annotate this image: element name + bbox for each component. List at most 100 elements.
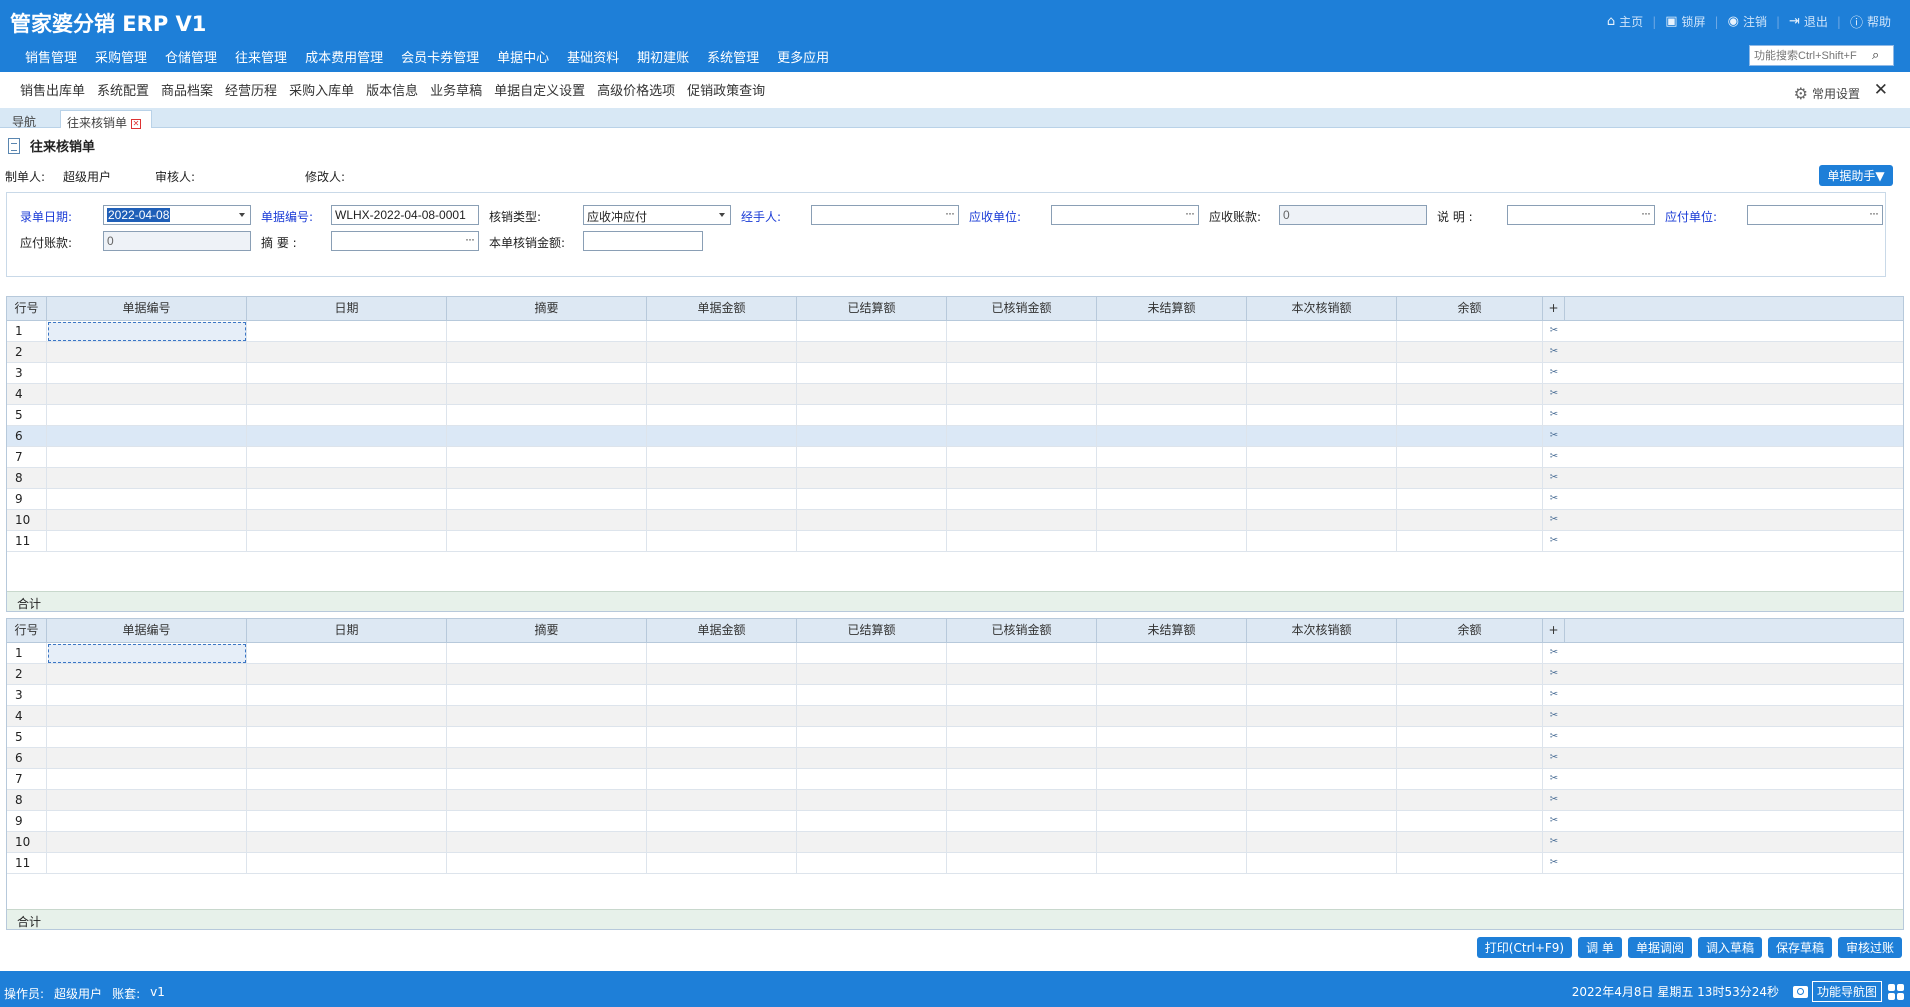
table-cell[interactable] bbox=[797, 769, 947, 789]
table-cell[interactable] bbox=[1097, 832, 1247, 852]
table-cell[interactable] bbox=[647, 342, 797, 362]
chevron-down-icon[interactable] bbox=[239, 213, 245, 217]
payable-amount-field[interactable]: 0 bbox=[103, 231, 251, 251]
table-cell[interactable] bbox=[647, 769, 797, 789]
table-cell[interactable] bbox=[47, 748, 247, 768]
menu-basic-data[interactable]: 基础资料 bbox=[558, 47, 628, 66]
table-cell[interactable] bbox=[1097, 531, 1247, 551]
delete-row-icon[interactable]: ✂ bbox=[1543, 853, 1565, 873]
table-cell[interactable] bbox=[447, 748, 647, 768]
delete-row-icon[interactable]: ✂ bbox=[1543, 321, 1565, 341]
save-draft-button[interactable]: 保存草稿 bbox=[1767, 937, 1832, 958]
table-row[interactable]: 5 ✂ bbox=[7, 405, 1903, 426]
ellipsis-icon[interactable]: ··· bbox=[1869, 206, 1879, 220]
quick-history[interactable]: 经营历程 bbox=[219, 80, 283, 99]
table-cell[interactable] bbox=[1247, 531, 1397, 551]
menu-member[interactable]: 会员卡券管理 bbox=[392, 47, 488, 66]
delete-row-icon[interactable]: ✂ bbox=[1543, 706, 1565, 726]
table-cell[interactable] bbox=[47, 426, 247, 446]
table-cell[interactable] bbox=[1397, 405, 1543, 425]
table-cell[interactable] bbox=[447, 790, 647, 810]
delete-row-icon[interactable]: ✂ bbox=[1543, 363, 1565, 383]
table-cell[interactable] bbox=[947, 727, 1097, 747]
table-cell[interactable] bbox=[797, 405, 947, 425]
delete-row-icon[interactable]: ✂ bbox=[1543, 748, 1565, 768]
table-cell[interactable] bbox=[447, 531, 647, 551]
table-cell[interactable] bbox=[247, 510, 447, 530]
delete-row-icon[interactable]: ✂ bbox=[1543, 468, 1565, 488]
table-cell[interactable] bbox=[797, 426, 947, 446]
table-cell[interactable] bbox=[1247, 853, 1397, 873]
table-cell[interactable] bbox=[447, 405, 647, 425]
quick-custom-settings[interactable]: 单据自定义设置 bbox=[488, 80, 591, 99]
table-cell[interactable] bbox=[1397, 664, 1543, 684]
table-cell[interactable] bbox=[447, 643, 647, 663]
table-cell[interactable] bbox=[447, 363, 647, 383]
table-cell[interactable] bbox=[647, 510, 797, 530]
table-cell[interactable] bbox=[1247, 468, 1397, 488]
table-cell[interactable] bbox=[447, 510, 647, 530]
table-cell[interactable] bbox=[797, 664, 947, 684]
table-cell[interactable] bbox=[1247, 489, 1397, 509]
table-cell[interactable] bbox=[797, 384, 947, 404]
table-cell[interactable] bbox=[947, 468, 1097, 488]
logout-link[interactable]: ◉ 注销 bbox=[1719, 13, 1776, 30]
quick-sales-outbound[interactable]: 销售出库单 bbox=[14, 80, 91, 99]
table-row[interactable]: 4 ✂ bbox=[7, 384, 1903, 405]
table-cell[interactable] bbox=[47, 769, 247, 789]
quick-version-info[interactable]: 版本信息 bbox=[360, 80, 424, 99]
active-edit-cell[interactable] bbox=[48, 644, 246, 663]
table-cell[interactable] bbox=[1247, 748, 1397, 768]
ellipsis-icon[interactable]: ··· bbox=[465, 232, 475, 246]
table-cell[interactable] bbox=[47, 489, 247, 509]
table-cell[interactable] bbox=[647, 321, 797, 341]
table-cell[interactable] bbox=[1397, 643, 1543, 663]
delete-row-icon[interactable]: ✂ bbox=[1543, 664, 1565, 684]
table-row[interactable]: 7 ✂ bbox=[7, 769, 1903, 790]
table-cell[interactable] bbox=[947, 664, 1097, 684]
table-cell[interactable] bbox=[947, 489, 1097, 509]
common-settings-button[interactable]: ⚙ 常用设置 bbox=[1794, 84, 1860, 103]
delete-row-icon[interactable]: ✂ bbox=[1543, 510, 1565, 530]
active-edit-cell[interactable] bbox=[48, 322, 246, 341]
search-icon[interactable]: ⌕ bbox=[1872, 48, 1879, 63]
table-cell[interactable] bbox=[1397, 447, 1543, 467]
delete-row-icon[interactable]: ✂ bbox=[1543, 489, 1565, 509]
table-cell[interactable] bbox=[47, 832, 247, 852]
table-cell[interactable] bbox=[797, 811, 947, 831]
table-cell[interactable] bbox=[447, 853, 647, 873]
table-cell[interactable] bbox=[647, 643, 797, 663]
table-cell[interactable] bbox=[47, 342, 247, 362]
table-cell[interactable] bbox=[1097, 384, 1247, 404]
chevron-down-icon[interactable] bbox=[719, 213, 725, 217]
receivable-unit-field[interactable]: ··· bbox=[1051, 205, 1199, 225]
table-cell[interactable] bbox=[247, 468, 447, 488]
table-cell[interactable] bbox=[47, 706, 247, 726]
table-cell[interactable] bbox=[447, 811, 647, 831]
table-cell[interactable] bbox=[947, 853, 1097, 873]
payable-unit-field[interactable]: ··· bbox=[1747, 205, 1883, 225]
table-row[interactable]: 6 ✂ bbox=[7, 426, 1903, 447]
table-cell[interactable] bbox=[1247, 832, 1397, 852]
table-cell[interactable] bbox=[797, 489, 947, 509]
delete-row-icon[interactable]: ✂ bbox=[1543, 426, 1565, 446]
quick-price-options[interactable]: 高级价格选项 bbox=[591, 80, 681, 99]
table-cell[interactable] bbox=[797, 706, 947, 726]
table-cell[interactable] bbox=[947, 643, 1097, 663]
table-cell[interactable] bbox=[247, 664, 447, 684]
table-cell[interactable] bbox=[447, 447, 647, 467]
table-row[interactable]: 9 ✂ bbox=[7, 489, 1903, 510]
delete-row-icon[interactable]: ✂ bbox=[1543, 811, 1565, 831]
table-cell[interactable] bbox=[1247, 706, 1397, 726]
table-cell[interactable] bbox=[447, 489, 647, 509]
table-cell[interactable] bbox=[1097, 363, 1247, 383]
table-cell[interactable] bbox=[647, 685, 797, 705]
lock-link[interactable]: ▣ 锁屏 bbox=[1656, 13, 1714, 30]
table-cell[interactable] bbox=[1097, 748, 1247, 768]
table-cell[interactable] bbox=[1247, 664, 1397, 684]
table-cell[interactable] bbox=[447, 342, 647, 362]
table-cell[interactable] bbox=[1397, 321, 1543, 341]
table-cell[interactable] bbox=[1247, 405, 1397, 425]
table-row[interactable]: 1 ✂ bbox=[7, 321, 1903, 342]
table-cell[interactable] bbox=[1397, 510, 1543, 530]
